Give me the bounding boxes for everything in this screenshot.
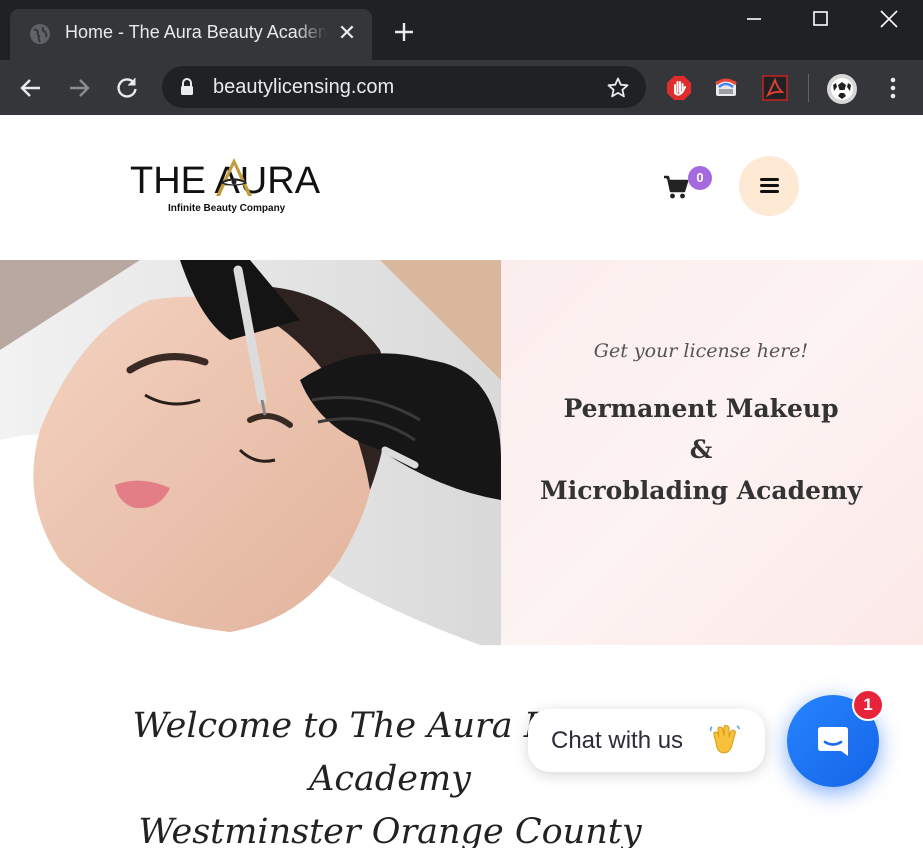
chat-bubble-icon <box>818 727 848 756</box>
chat-prompt-text: Chat with us <box>551 727 684 754</box>
browser-tab[interactable]: Home - The Aura Beauty Academy ✕ <box>10 9 372 60</box>
hero-image-microblading <box>0 260 501 645</box>
address-bar[interactable]: beautylicensing.com <box>162 66 646 108</box>
pdf-extension-icon[interactable] <box>762 75 788 101</box>
close-icon[interactable]: ✕ <box>336 23 358 45</box>
screenshot-extension-icon[interactable] <box>713 75 739 101</box>
tab-title: Home - The Aura Beauty Academy <box>65 22 327 42</box>
hero-title: Permanent Makeup & Microblading Academy <box>501 388 901 511</box>
forward-arrow-icon[interactable] <box>66 75 92 101</box>
site-logo[interactable]: THE AURA Infinite Beauty Company <box>130 153 330 223</box>
window-close-icon[interactable] <box>876 8 902 30</box>
chat-prompt-bubble[interactable]: Chat with us <box>528 709 765 772</box>
hero-title-line: Permanent Makeup <box>563 394 839 423</box>
cart-count-badge[interactable]: 0 <box>688 166 712 190</box>
welcome-line-2: Westminster Orange County <box>138 812 642 848</box>
globe-icon <box>30 24 50 44</box>
browser-toolbar: beautylicensing.com <box>0 60 923 115</box>
hero-text-panel: Get your license here! Permanent Makeup … <box>501 260 923 645</box>
browser-tab-bar: Home - The Aura Beauty Academy ✕ <box>0 0 923 60</box>
maximize-icon[interactable] <box>808 8 834 30</box>
toolbar-divider <box>808 74 809 102</box>
hero-title-line: & <box>689 435 713 464</box>
url-text[interactable]: beautylicensing.com <box>213 75 394 99</box>
waving-hand-icon <box>709 724 740 754</box>
hero-tagline: Get your license here! <box>593 340 809 362</box>
reload-icon[interactable] <box>114 75 140 101</box>
hero-title-line: Microblading Academy <box>540 476 862 505</box>
adblock-icon[interactable] <box>666 75 692 101</box>
hero-banner: Get your license here! Permanent Makeup … <box>0 260 923 645</box>
cart-icon[interactable] <box>662 173 690 201</box>
new-tab-button[interactable] <box>390 18 418 46</box>
minimize-icon[interactable] <box>741 8 767 30</box>
back-arrow-icon[interactable] <box>18 75 44 101</box>
chat-unread-badge: 1 <box>852 689 884 721</box>
logo-tagline: Infinite Beauty Company <box>168 203 286 214</box>
lock-icon[interactable] <box>179 78 195 96</box>
web-page: THE AURA Infinite Beauty Company 0 Get y… <box>0 115 923 848</box>
profile-avatar-icon[interactable] <box>826 73 858 105</box>
logo-eye-mark <box>216 158 252 196</box>
more-menu-icon[interactable] <box>880 75 906 101</box>
bookmark-star-icon[interactable] <box>606 76 630 100</box>
hamburger-menu-button[interactable] <box>739 156 799 216</box>
